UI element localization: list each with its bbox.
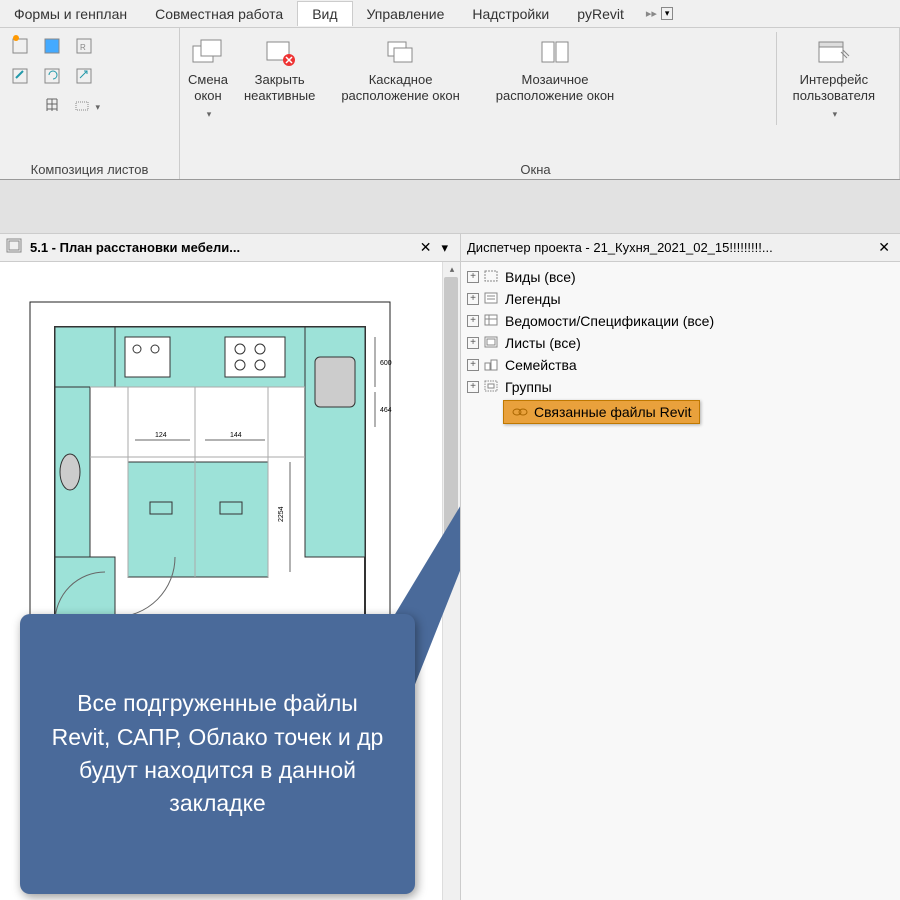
legends-icon (483, 291, 501, 307)
svg-text:2254: 2254 (278, 506, 285, 522)
tree-item-legends[interactable]: + Легенды (463, 288, 898, 310)
sheet-reload-button[interactable] (40, 62, 68, 90)
tab-pyrevit[interactable]: pyRevit (563, 2, 638, 26)
tree-label: Легенды (505, 291, 561, 307)
expand-icon[interactable]: + (467, 359, 479, 371)
sheet-link-icon (11, 65, 33, 87)
tab-forms-genplan[interactable]: Формы и генплан (0, 2, 141, 26)
tab-addins[interactable]: Надстройки (458, 2, 563, 26)
tree-label: Связанные файлы Revit (534, 404, 692, 420)
linked-files-icon (511, 404, 529, 420)
chevron-down-icon (205, 105, 212, 121)
ribbon-group-windows: Окна (180, 160, 891, 177)
cascade-icon (384, 36, 418, 70)
svg-text:600: 600 (380, 360, 392, 367)
families-icon (483, 357, 501, 373)
switch-windows-button[interactable]: Смена окон (180, 32, 236, 125)
tree-item-groups[interactable]: + Группы (463, 376, 898, 398)
sheet-blue-button[interactable] (40, 32, 68, 60)
tab-view[interactable]: Вид (297, 1, 352, 26)
cascade-button[interactable]: Каскадное расположение окон (323, 32, 477, 107)
view-tab-close[interactable]: ✕ (416, 239, 436, 256)
callout-box: Все подгруженные файлы Revit, САПР, Обла… (20, 614, 415, 894)
svg-text:144: 144 (230, 432, 242, 439)
expand-icon[interactable]: + (467, 337, 479, 349)
project-browser-tree[interactable]: + Виды (все) + Легенды + Ведомости/Специ… (461, 262, 900, 428)
expand-icon[interactable]: + (467, 271, 479, 283)
tree-label: Виды (все) (505, 269, 576, 285)
view-tab-icon (6, 238, 24, 257)
close-inactive-icon (263, 36, 297, 70)
expand-icon[interactable]: + (467, 293, 479, 305)
tree-item-linked-files[interactable]: Связанные файлы Revit (503, 400, 700, 424)
sheet-link-button[interactable] (8, 62, 36, 90)
overflow-arrow-icon: ▸▸ (646, 7, 657, 20)
overflow-menu-icon: ▾ (661, 7, 674, 20)
sheets-icon (483, 335, 501, 351)
callout-text: Все подгруженные файлы Revit, САПР, Обла… (46, 687, 389, 820)
view-tab-menu[interactable]: ▾ (435, 240, 454, 256)
tree-label: Группы (505, 379, 552, 395)
schedules-icon (483, 313, 501, 329)
sheet-rev-button[interactable]: R (72, 32, 100, 60)
chevron-down-icon (831, 105, 838, 121)
svg-text:124: 124 (155, 432, 167, 439)
grid-icon (43, 95, 65, 117)
switch-windows-icon (191, 36, 225, 70)
sheet-add-icon (11, 35, 33, 57)
sheet-arrow-icon (75, 65, 97, 87)
sheet-blue-icon (43, 35, 65, 57)
project-browser-close[interactable]: ✕ (874, 239, 894, 256)
tree-label: Ведомости/Спецификации (все) (505, 313, 714, 329)
ui-icon (817, 36, 851, 70)
tree-label: Листы (все) (505, 335, 581, 351)
project-browser-title: Диспетчер проекта - 21_Кухня_2021_02_15!… (467, 240, 874, 255)
sheet-arrow-button[interactable] (72, 62, 100, 90)
tree-label: Семейства (505, 357, 577, 373)
tree-item-families[interactable]: + Семейства (463, 354, 898, 376)
tab-collab[interactable]: Совместная работа (141, 2, 297, 26)
toolbar-spacer (0, 180, 900, 234)
drawing-canvas[interactable]: 124 144 2254 600 464 ▴ ▾ (0, 262, 460, 900)
views-icon (483, 269, 501, 285)
ui-button[interactable]: Интерфейс пользователя (776, 32, 891, 125)
tree-item-schedules[interactable]: + Ведомости/Спецификации (все) (463, 310, 898, 332)
svg-text:R: R (80, 43, 86, 52)
tab-manage[interactable]: Управление (353, 2, 459, 26)
grid-button[interactable] (40, 92, 68, 120)
sheet-reload-icon (43, 65, 65, 87)
sheet-add-button[interactable] (8, 32, 36, 60)
view-tab-title: 5.1 - План расстановки мебели... (30, 240, 416, 255)
sheet-dots-button[interactable] (72, 92, 100, 120)
expand-icon[interactable]: + (467, 315, 479, 327)
sheet-dots-icon (72, 95, 93, 117)
tile-icon (538, 36, 572, 70)
tab-overflow[interactable]: ▸▸ ▾ (638, 3, 682, 24)
tile-button[interactable]: Мозаичное расположение окон (478, 32, 632, 107)
groups-icon (483, 379, 501, 395)
sheet-rev-icon: R (75, 35, 97, 57)
expand-icon[interactable]: + (467, 381, 479, 393)
ribbon-group-sheets: Композиция листов (8, 160, 171, 177)
close-inactive-button[interactable]: Закрыть неактивные (236, 32, 323, 107)
scroll-up-button[interactable]: ▴ (443, 262, 460, 277)
tree-item-views[interactable]: + Виды (все) (463, 266, 898, 288)
tree-item-sheets[interactable]: + Листы (все) (463, 332, 898, 354)
